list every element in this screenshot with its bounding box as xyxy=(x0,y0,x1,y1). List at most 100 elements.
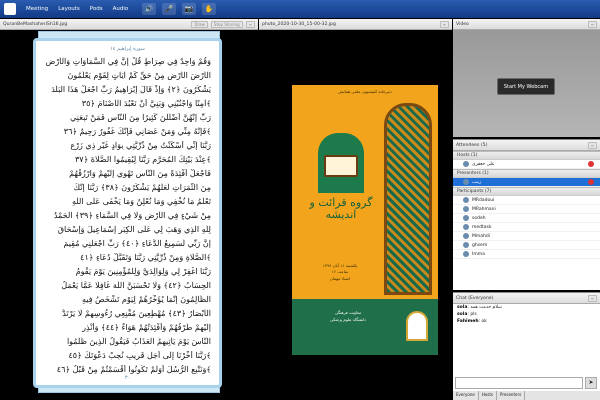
attendee-row[interactable]: MRdadoui xyxy=(453,196,600,205)
quran-line: إِلَيْهِمْ طَرْفُهُمْ وَأَفْئِدَتُهُمْ ه… xyxy=(82,323,211,332)
quran-line: يَشْكُرُونَ ﴿٢﴾ وَإِذْ قَالَ إِبْرَاهِيم… xyxy=(51,85,211,94)
chat-message: Fahimeh: ok xyxy=(457,319,487,324)
chat-text: سلام خدمت همه xyxy=(470,305,502,310)
ornament-door xyxy=(384,103,432,295)
poster-info-line: استاد مهمان xyxy=(329,275,351,281)
menu-pods[interactable]: Pods xyxy=(90,6,103,12)
chat-input[interactable] xyxy=(455,377,583,389)
attendee-name: medtask xyxy=(472,224,492,230)
pod-title: Video xyxy=(456,21,469,27)
pod-menu-icon[interactable]: ≡ xyxy=(587,20,597,28)
page-header: سورة إبراهيم ١٤ xyxy=(110,46,145,52)
quran-line: فَإِنَّهُ مِنِّي وَمَنْ عَصَانِي فَإِنَّ… xyxy=(63,127,211,136)
quran-line: فَاجْعَلْ أَفْئِدَةً مِنَ النَّاسِ تَهْو… xyxy=(69,169,211,178)
page-number: ٣٠ xyxy=(124,375,131,381)
menu-meeting[interactable]: Meeting xyxy=(26,6,48,12)
chat-sender: Fahimeh xyxy=(457,319,479,324)
attendee-row[interactable]: زینب xyxy=(453,178,600,187)
stop-sharing-button[interactable]: Stop Sharing xyxy=(210,20,243,28)
quran-line: إِنَّ رَبِّي لَسَمِيعُ الدُّعَاءِ ﴿٤٠﴾ ر… xyxy=(63,239,211,248)
group-participants[interactable]: Participants (7) xyxy=(453,187,600,196)
attendee-name: زینب xyxy=(472,179,482,185)
chat-tabs: Everyone Hosts Presenters xyxy=(453,391,600,400)
top-menu-bar: Meeting Layouts Pods Audio 🔊 🎤 📷 ✋ xyxy=(0,0,600,18)
quran-line: عِنْدَ بَيْتِكَ الْمُحَرَّمِ رَبَّنَا لِ… xyxy=(74,155,211,164)
chat-message: sola: سلام خدمت همه xyxy=(457,305,502,310)
poster-footer-line: معاونت فرهنگی xyxy=(334,310,362,315)
draw-button[interactable]: Draw xyxy=(191,20,208,28)
raise-hand-icon[interactable]: ✋ xyxy=(202,3,217,15)
pod-header: QuranBeMashaheriSh16.jpg Draw Stop Shari… xyxy=(0,19,258,30)
user-icon xyxy=(463,161,469,167)
quran-line: رَبَّنَا أَخِّرْنَا إِلَى أَجَلٍ قَرِيبٍ… xyxy=(68,351,211,360)
poster-calligraphy: گروه قرائت و اندیشه xyxy=(309,196,373,221)
quran-line: مِنَ الثَّمَرَاتِ لَعَلَّهُمْ يَشْكُرُون… xyxy=(73,183,211,192)
attendee-row[interactable]: sodeh xyxy=(453,214,600,223)
quran-line: رَبَّنَا اغْفِرْ لِي وَلِوَالِدَيَّ وَلِ… xyxy=(75,267,211,276)
quran-line: لِلَّهِ الَّذِي وَهَبَ لِي عَلَى الْكِبَ… xyxy=(57,225,211,234)
microphone-icon[interactable]: 🎤 xyxy=(162,3,177,15)
chat-message: sola: pls xyxy=(457,312,477,317)
pod-menu-icon[interactable]: ≡ xyxy=(439,20,449,28)
user-icon xyxy=(463,197,469,203)
user-icon xyxy=(463,251,469,257)
quran-line: الصَّلَاةِ وَمِنْ ذُرِّيَّتِي رَبَّنَا و… xyxy=(80,253,211,262)
webcam-icon[interactable]: 📷 xyxy=(182,3,197,15)
pod-header: Attendees (5) ≡ xyxy=(453,140,600,151)
user-icon xyxy=(463,206,469,212)
attendee-name: Imma xyxy=(472,251,485,257)
user-icon xyxy=(463,179,469,185)
quran-line: الْأَبْصَارُ ﴿٤٣﴾ مُهْطِعِينَ مُقْنِعِي … xyxy=(62,309,211,318)
group-label: Hosts (1) xyxy=(457,153,478,158)
start-webcam-button[interactable]: Start My Webcam xyxy=(497,78,555,95)
quran-line: تَعْلَمُ مَا نُخْفِي وَمَا نُعْلِنُ وَمَ… xyxy=(71,197,211,206)
pod-menu-icon[interactable]: ≡ xyxy=(587,141,597,149)
quran-line: رَبِّ إِنَّهُنَّ أَضْلَلْنَ كَثِيرًا مِن… xyxy=(70,113,211,122)
attendee-name: sodeh xyxy=(472,215,486,221)
chat-sender: sola xyxy=(457,312,468,317)
pod-header: Chat (Everyone) ≡ xyxy=(453,293,600,304)
main-menu: Meeting Layouts Pods Audio xyxy=(26,6,128,12)
tab-everyone[interactable]: Everyone xyxy=(453,391,479,400)
quran-line: رَبَّنَا إِنِّي أَسْكَنْتُ مِنْ ذُرِّيَّ… xyxy=(70,141,211,150)
user-icon xyxy=(463,215,469,221)
quran-line: الْحِسَابُ ﴿٤٢﴾ وَلَا تَحْسَبَنَّ اللَّه… xyxy=(61,281,211,290)
attendee-row[interactable]: Mmahdi xyxy=(453,232,600,241)
attendee-row[interactable]: MRahmani xyxy=(453,205,600,214)
chat-sender: sola xyxy=(457,305,468,310)
attendee-name: MRdadoui xyxy=(472,197,495,203)
attendee-name: MRahmani xyxy=(472,206,496,212)
menu-layouts[interactable]: Layouts xyxy=(58,6,80,12)
pod-header: photo_2020-10-30_15-00-32.jpg ≡ xyxy=(259,19,452,30)
book-icon xyxy=(324,155,358,177)
attendees-pod: Attendees (5) ≡ Hosts (1) علی جعفری Pres… xyxy=(453,139,600,290)
send-button[interactable]: ➤ xyxy=(585,377,597,389)
poster-image: دبیرخانه کمیسیون علمی همایش گروه قرائت و… xyxy=(292,85,438,355)
attendee-row[interactable]: علی جعفری xyxy=(453,160,600,169)
pod-title: Chat (Everyone) xyxy=(456,295,494,301)
menu-audio[interactable]: Audio xyxy=(113,6,129,12)
chat-text: pls xyxy=(470,312,477,317)
quran-line: وَقُمْ وَاحِدٌ فِي صِرَاطٍ قُلْ إِنَّ فِ… xyxy=(45,57,211,66)
pod-menu-icon[interactable]: ≡ xyxy=(587,294,597,302)
pod-header: Video ≡ xyxy=(453,19,600,30)
group-label: Presenters (1) xyxy=(457,171,489,176)
attendee-row[interactable]: ghsem xyxy=(453,241,600,250)
speaker-icon[interactable]: 🔊 xyxy=(142,3,157,15)
attendee-name: ghsem xyxy=(472,242,488,248)
quran-line: النَّاسَ يَوْمَ يَأْتِيهِمُ الْعَذَابُ ف… xyxy=(66,337,211,346)
pod-menu-icon[interactable]: ≡ xyxy=(245,20,255,28)
attendee-row[interactable]: medtask xyxy=(453,223,600,232)
group-hosts[interactable]: Hosts (1) xyxy=(453,151,600,160)
quran-line: آمِنًا وَاجْنُبْنِي وَبَنِيَّ أَنْ نَعْب… xyxy=(81,99,211,108)
poster-top-text: دبیرخانه کمیسیون علمی همایش xyxy=(338,89,392,94)
user-icon xyxy=(463,224,469,230)
tab-presenters[interactable]: Presenters xyxy=(497,391,526,400)
attendee-row[interactable]: Imma xyxy=(453,250,600,259)
user-icon xyxy=(463,242,469,248)
group-presenters[interactable]: Presenters (1) xyxy=(453,169,600,178)
tab-hosts[interactable]: Hosts xyxy=(479,391,498,400)
quran-page: سورة إبراهيم ١٤ وَقُمْ وَاحِدٌ فِي صِرَا… xyxy=(33,38,222,388)
poster-info: یکشنبه ۱۱ آبان ۱۳۹۹ ساعت ۱۶ استاد مهمان xyxy=(300,263,380,282)
user-icon xyxy=(463,233,469,239)
